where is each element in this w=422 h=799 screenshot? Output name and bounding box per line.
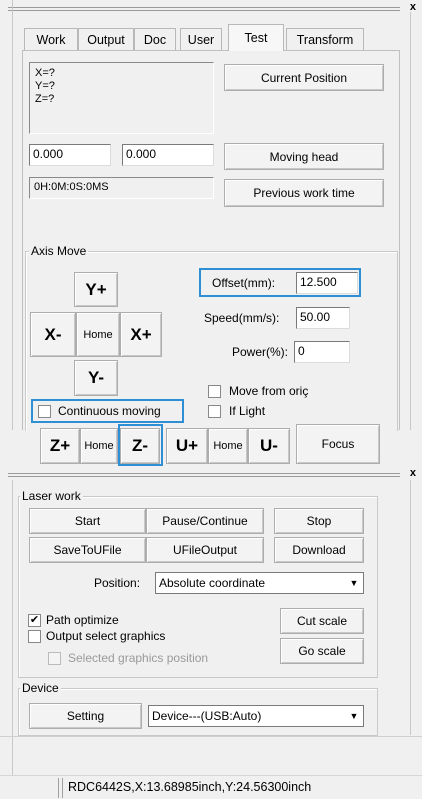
work-time-display: 0H:0M:0S:0MS [29,177,214,199]
if-light-checkbox[interactable] [208,405,221,418]
output-select-graphics-label: Output select graphics [46,629,166,643]
selected-graphics-position-checkbox[interactable] [48,652,61,665]
top-panel-titlebar: x [0,2,422,14]
tab-output-label: Output [87,32,125,47]
position-label: Position: [94,576,141,590]
tab-test-label: Test [244,31,268,45]
position-z-readout: Z=? [35,93,55,105]
save-to-ufile-button[interactable]: SaveToUFile [29,537,146,563]
start-button[interactable]: Start [29,508,146,534]
tab-test[interactable]: Test [228,24,284,51]
lower-panel-left-edge [12,480,13,780]
position-x-readout: X=? [35,67,55,79]
go-scale-button[interactable]: Go scale [280,638,364,664]
lower-panel-right-edge [410,480,411,735]
current-position-button[interactable]: Current Position [224,64,384,91]
position-readout: X=? Y=? Z=? [29,62,214,134]
output-select-graphics-checkbox[interactable] [28,630,41,643]
ufile-output-button[interactable]: UFileOutput [146,537,264,563]
power-input[interactable]: 0 [294,341,350,363]
status-bar: RDC6442S,X:13.68985inch,Y:24.56300inch [0,775,422,799]
previous-work-time-button[interactable]: Previous work time [224,179,384,207]
x-minus-button[interactable]: X- [30,312,76,357]
panel-right-edge [410,12,411,430]
axis-move-legend: Axis Move [29,244,89,258]
tab-transform[interactable]: Transform [286,28,364,50]
bottom-divider [0,736,422,737]
continuous-moving-highlight [31,399,184,423]
chevron-down-icon: ▼ [349,711,359,721]
tab-doc[interactable]: Doc [134,28,176,50]
close-icon[interactable]: x [410,468,416,479]
speed-label: Speed(mm/s): [204,311,280,325]
cut-scale-button[interactable]: Cut scale [280,608,364,634]
tab-work-label: Work [36,32,66,47]
pause-continue-button[interactable]: Pause/Continue [146,508,264,534]
y-plus-button[interactable]: Y+ [74,272,118,307]
position-select-value: Absolute coordinate [159,576,266,590]
stop-button[interactable]: Stop [274,508,364,534]
position-select[interactable]: Absolute coordinate ▼ [155,572,364,594]
move-from-origin-label: Move from oriç [229,384,309,398]
moving-head-field-1[interactable]: 0.000 [29,144,111,166]
selected-graphics-position-label: Selected graphics position [68,651,209,665]
device-legend: Device [20,681,61,695]
path-optimize-label: Path optimize [46,613,119,627]
tab-work[interactable]: Work [24,28,78,50]
status-bar-separator [58,778,59,798]
moving-head-button[interactable]: Moving head [224,143,384,170]
tab-user[interactable]: User [180,28,222,50]
laser-work-legend: Laser work [20,489,83,503]
tab-output[interactable]: Output [78,28,134,50]
moving-head-field-2[interactable]: 0.000 [122,144,214,166]
u-minus-button[interactable]: U- [248,428,290,464]
device-setting-button[interactable]: Setting [29,703,142,729]
status-bar-separator [62,778,63,798]
move-from-origin-checkbox[interactable] [208,385,221,398]
position-y-readout: Y=? [35,80,55,92]
home-xy-button[interactable]: Home [76,312,120,357]
path-optimize-checkbox[interactable]: ✔ [28,614,41,627]
z-plus-button[interactable]: Z+ [40,428,80,464]
speed-input[interactable]: 50.00 [296,307,350,329]
if-light-label: If Light [229,404,266,418]
z-minus-highlight [118,424,163,466]
tab-doc-label: Doc [143,32,167,47]
bottom-panel-titlebar: x [0,468,422,480]
close-icon[interactable]: x [410,2,416,13]
offset-highlight [199,268,361,297]
power-label: Power(%): [232,345,289,359]
panel-left-edge [12,0,13,430]
x-plus-button[interactable]: X+ [120,312,162,357]
home-u-button[interactable]: Home [208,428,248,464]
download-button[interactable]: Download [274,537,364,563]
device-select-value: Device---(USB:Auto) [152,709,262,723]
chevron-down-icon: ▼ [349,578,359,588]
home-z-button[interactable]: Home [80,428,118,464]
y-minus-button[interactable]: Y- [74,360,118,396]
tab-transform-label: Transform [296,32,354,47]
tab-user-label: User [187,32,215,47]
status-bar-text: RDC6442S,X:13.68985inch,Y:24.56300inch [68,780,312,794]
device-select[interactable]: Device---(USB:Auto) ▼ [148,705,364,727]
u-plus-button[interactable]: U+ [166,428,208,464]
focus-button[interactable]: Focus [296,424,380,464]
